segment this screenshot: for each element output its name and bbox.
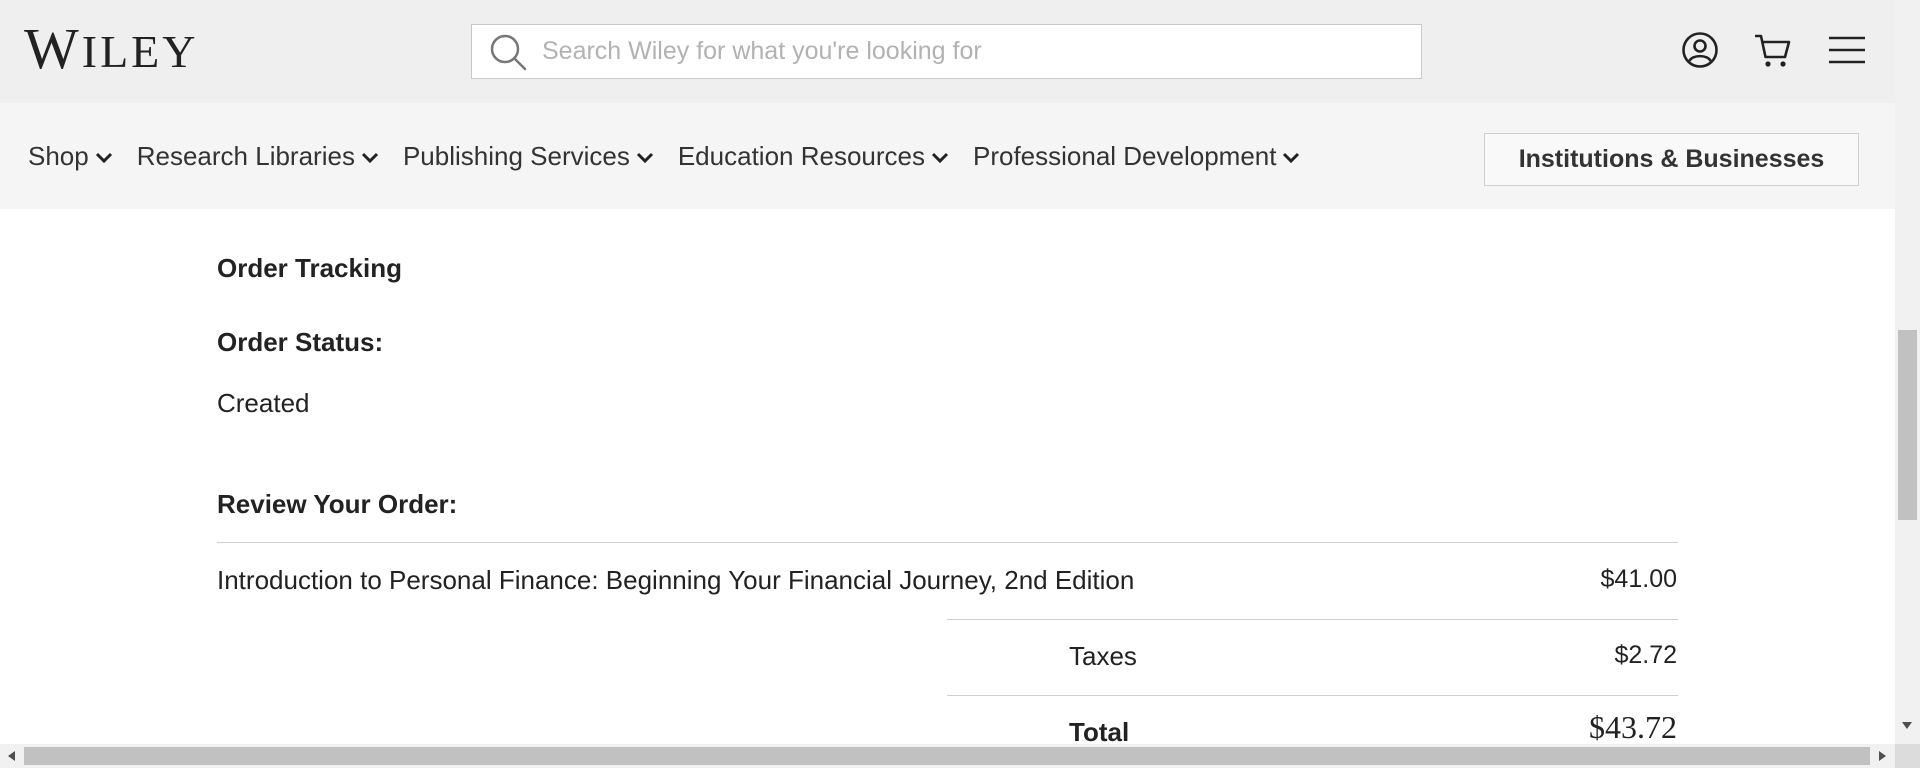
logo-initial: W <box>24 16 82 81</box>
order-item-price: $41.00 <box>1600 565 1677 593</box>
chevron-down-icon <box>636 152 653 164</box>
wiley-logo[interactable]: W ILEY <box>24 16 199 81</box>
scrollbar-corner <box>1895 744 1920 768</box>
institutions-businesses-button[interactable]: Institutions & Businesses <box>1484 133 1859 186</box>
horizontal-scrollbar-thumb[interactable] <box>24 747 1870 765</box>
order-tracking-heading: Order Tracking <box>217 253 402 283</box>
horizontal-scrollbar[interactable] <box>0 744 1895 768</box>
chevron-down-icon <box>931 152 949 164</box>
nav-item-label: Professional Development <box>972 140 1277 171</box>
nav-item-label: Research Libraries <box>136 140 355 171</box>
scroll-left-arrow-icon[interactable] <box>8 751 15 761</box>
chevron-down-icon <box>1283 152 1300 164</box>
nav-item-label: Publishing Services <box>402 140 630 171</box>
search-icon <box>490 34 527 70</box>
nav-items: Shop Research Libraries Publishing Servi… <box>28 103 1324 209</box>
nav-item-shop[interactable]: Shop <box>28 141 113 172</box>
menu-icon[interactable] <box>1827 30 1867 70</box>
order-item-name: Introduction to Personal Finance: Beginn… <box>217 565 1135 595</box>
total-label: Total <box>1069 717 1130 744</box>
divider <box>217 542 1678 543</box>
order-status-heading: Order Status: <box>217 327 384 357</box>
divider <box>947 619 1678 620</box>
review-order-heading: Review Your Order: <box>217 489 458 519</box>
vertical-scrollbar[interactable] <box>1895 0 1920 744</box>
site-header: W ILEY <box>0 0 1895 103</box>
scroll-right-arrow-icon[interactable] <box>1879 751 1886 761</box>
total-value: $43.72 <box>1589 709 1677 744</box>
page-viewport: W ILEY Shop <box>0 0 1895 744</box>
nav-item-professional-development[interactable]: Professional Development <box>973 141 1301 172</box>
search-input[interactable] <box>540 24 1421 79</box>
scroll-down-arrow-icon[interactable] <box>1902 722 1912 729</box>
search-box[interactable] <box>471 24 1422 79</box>
order-status-value: Created <box>217 388 310 418</box>
nav-item-research-libraries[interactable]: Research Libraries <box>137 141 379 172</box>
cart-icon[interactable] <box>1753 30 1793 70</box>
nav-item-publishing-services[interactable]: Publishing Services <box>403 141 654 172</box>
taxes-value: $2.72 <box>1614 641 1677 669</box>
taxes-label: Taxes <box>1069 641 1137 671</box>
chevron-down-icon <box>361 152 379 164</box>
account-icon[interactable] <box>1680 30 1720 70</box>
logo-rest: ILEY <box>81 26 199 77</box>
nav-item-label: Education Resources <box>677 140 925 171</box>
nav-item-education-resources[interactable]: Education Resources <box>678 141 949 172</box>
nav-item-label: Shop <box>28 140 89 171</box>
order-content: Order Tracking Order Status: Created Rev… <box>0 209 1895 744</box>
chevron-down-icon <box>95 152 112 164</box>
divider <box>947 695 1678 696</box>
main-nav: Shop Research Libraries Publishing Servi… <box>0 103 1895 209</box>
vertical-scrollbar-thumb[interactable] <box>1898 330 1917 520</box>
